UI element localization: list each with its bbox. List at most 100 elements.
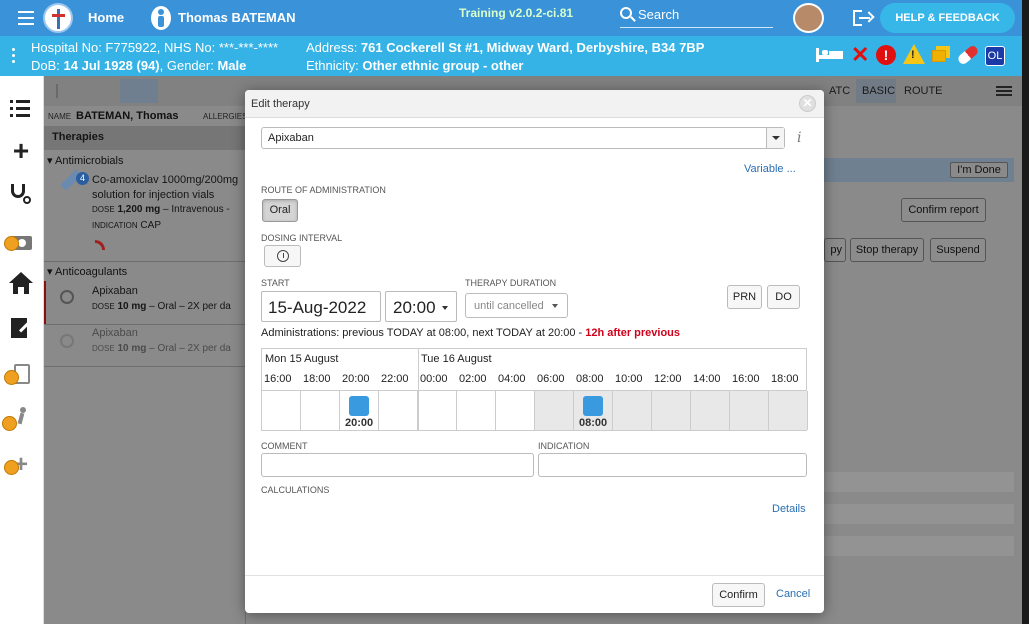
do-button[interactable]: DO: [767, 285, 800, 309]
indication-input[interactable]: [538, 453, 807, 477]
home-link[interactable]: Home: [88, 10, 124, 25]
chevron-down-icon: [772, 136, 780, 140]
route-oral-button[interactable]: Oral: [262, 199, 298, 222]
timeline-slot[interactable]: [613, 391, 652, 430]
confirm-report-button[interactable]: Confirm report: [901, 198, 986, 222]
timeline-slot[interactable]: [379, 391, 418, 430]
timeline-slot[interactable]: [301, 391, 340, 430]
timeline-slot[interactable]: [769, 391, 808, 430]
help-feedback-button[interactable]: HELP & FEEDBACK: [880, 3, 1015, 33]
prn-button[interactable]: PRN: [727, 285, 762, 309]
bed-icon[interactable]: [816, 48, 844, 62]
close-x-icon[interactable]: ✕: [851, 44, 869, 66]
dose-marker[interactable]: [583, 396, 603, 416]
user-avatar[interactable]: [793, 3, 824, 33]
home-icon[interactable]: [8, 272, 34, 298]
route-label: ROUTE OF ADMINISTRATION: [261, 185, 386, 195]
timeline-hour: 08:00: [576, 373, 604, 385]
chevron-down-icon: [442, 306, 448, 310]
window-edge: [1022, 0, 1029, 624]
top-bar: Home Thomas BATEMAN Training v2.0.2-ci.8…: [0, 0, 1029, 36]
therapy-3-name[interactable]: Apixaban: [92, 327, 138, 339]
start-time-select[interactable]: 20:00: [385, 291, 457, 322]
name-label: NAME: [48, 112, 72, 121]
warning-icon[interactable]: !: [903, 44, 925, 64]
details-link[interactable]: Details: [772, 503, 806, 515]
timeline-slot[interactable]: [691, 391, 730, 430]
hamburger-icon[interactable]: [996, 86, 1012, 96]
count-badge: 4: [76, 172, 89, 185]
ol-badge[interactable]: OL: [985, 46, 1005, 66]
start-label: START: [261, 278, 290, 288]
confirm-button[interactable]: Confirm: [712, 583, 765, 607]
bg-row: [824, 504, 1014, 524]
stethoscope-icon[interactable]: [8, 182, 34, 208]
dialog-footer: [245, 575, 824, 576]
timeline-hour: 10:00: [615, 373, 643, 385]
im-done-button[interactable]: I'm Done: [950, 162, 1008, 178]
timeline-slot[interactable]: [535, 391, 574, 430]
dropdown-button[interactable]: [766, 128, 784, 148]
dose-marker[interactable]: [349, 396, 369, 416]
start-date-value: 15-Aug-2022: [268, 298, 367, 317]
timeline-hour: 04:00: [498, 373, 526, 385]
help-feedback-label: HELP & FEEDBACK: [895, 12, 1000, 24]
app-logo[interactable]: [43, 3, 73, 33]
drug-select[interactable]: Apixaban: [261, 127, 785, 149]
dosing-interval-label: DOSING INTERVAL: [261, 233, 343, 243]
group-antimicrobials[interactable]: ▾ Antimicrobials: [47, 154, 123, 167]
close-icon[interactable]: ✕: [799, 95, 816, 112]
therapy-2-name[interactable]: Apixaban: [92, 285, 138, 297]
therapy-2-dose: DOSE 10 mg – Oral – 2X per da: [92, 301, 231, 312]
py-button[interactable]: py: [824, 238, 846, 262]
logout-icon[interactable]: [853, 10, 875, 26]
info-icon[interactable]: i: [797, 130, 807, 146]
therapy-duration-select[interactable]: until cancelled: [465, 293, 568, 318]
therapy-1-dose: DOSE 1,200 mg – Intravenous -: [92, 204, 230, 215]
variable-link[interactable]: Variable ...: [744, 163, 796, 175]
kebab-menu-icon[interactable]: [12, 48, 16, 64]
pill-icon[interactable]: [956, 44, 980, 66]
tab-basic[interactable]: BASIC: [856, 79, 896, 103]
dosing-interval-button[interactable]: [264, 245, 301, 267]
therapy-1-name[interactable]: Co-amoxiclav 1000mg/200mg: [92, 174, 238, 186]
cancel-link[interactable]: Cancel: [776, 588, 810, 600]
start-time-value: 20:00: [393, 298, 436, 317]
timeline-slot[interactable]: [730, 391, 769, 430]
therapy-1-indication: INDICATION CAP: [92, 220, 161, 231]
timeline-hour: 00:00: [420, 373, 448, 385]
list-icon[interactable]: [8, 96, 34, 122]
add-icon[interactable]: +: [8, 137, 34, 165]
suspend-button[interactable]: Suspend: [930, 238, 986, 262]
timeline-slot[interactable]: [418, 391, 457, 430]
stop-therapy-button[interactable]: Stop therapy: [850, 238, 924, 262]
timeline-slot[interactable]: [652, 391, 691, 430]
patient-name-link[interactable]: Thomas BATEMAN: [178, 10, 295, 25]
timeline-hour: 02:00: [459, 373, 487, 385]
do-label: DO: [775, 291, 792, 303]
menu-icon[interactable]: [18, 11, 34, 25]
confirm-label: Confirm: [719, 589, 758, 601]
tab-atc[interactable]: ATC: [829, 85, 850, 97]
edit-document-icon[interactable]: [8, 316, 34, 342]
rss-icon: [95, 240, 105, 250]
address-line: Address: 761 Cockerell St #1, Midway War…: [306, 40, 705, 55]
timeline-slot[interactable]: [496, 391, 535, 430]
comment-input[interactable]: [261, 453, 534, 477]
tab-route[interactable]: ROUTE: [904, 85, 943, 97]
timeline-hour: 06:00: [537, 373, 565, 385]
notes-icon[interactable]: [932, 46, 950, 62]
ol-badge-label: OL: [987, 50, 1003, 62]
dob-line: DoB: 14 Jul 1928 (94), Gender: Male: [31, 58, 247, 73]
left-navigation: + +: [0, 76, 44, 624]
group-anticoagulants[interactable]: ▾ Anticoagulants: [47, 265, 127, 278]
tab-basic-label: BASIC: [862, 85, 896, 97]
search-field[interactable]: Search: [620, 4, 773, 28]
start-date-input[interactable]: 15-Aug-2022: [261, 291, 381, 322]
prn-label: PRN: [732, 291, 757, 303]
timeline-hour: 16:00: [264, 373, 292, 385]
timeline-slot[interactable]: [457, 391, 496, 430]
timeline-slot[interactable]: [262, 391, 301, 430]
timeline-hour: 12:00: [654, 373, 682, 385]
alert-icon[interactable]: !: [876, 45, 896, 65]
